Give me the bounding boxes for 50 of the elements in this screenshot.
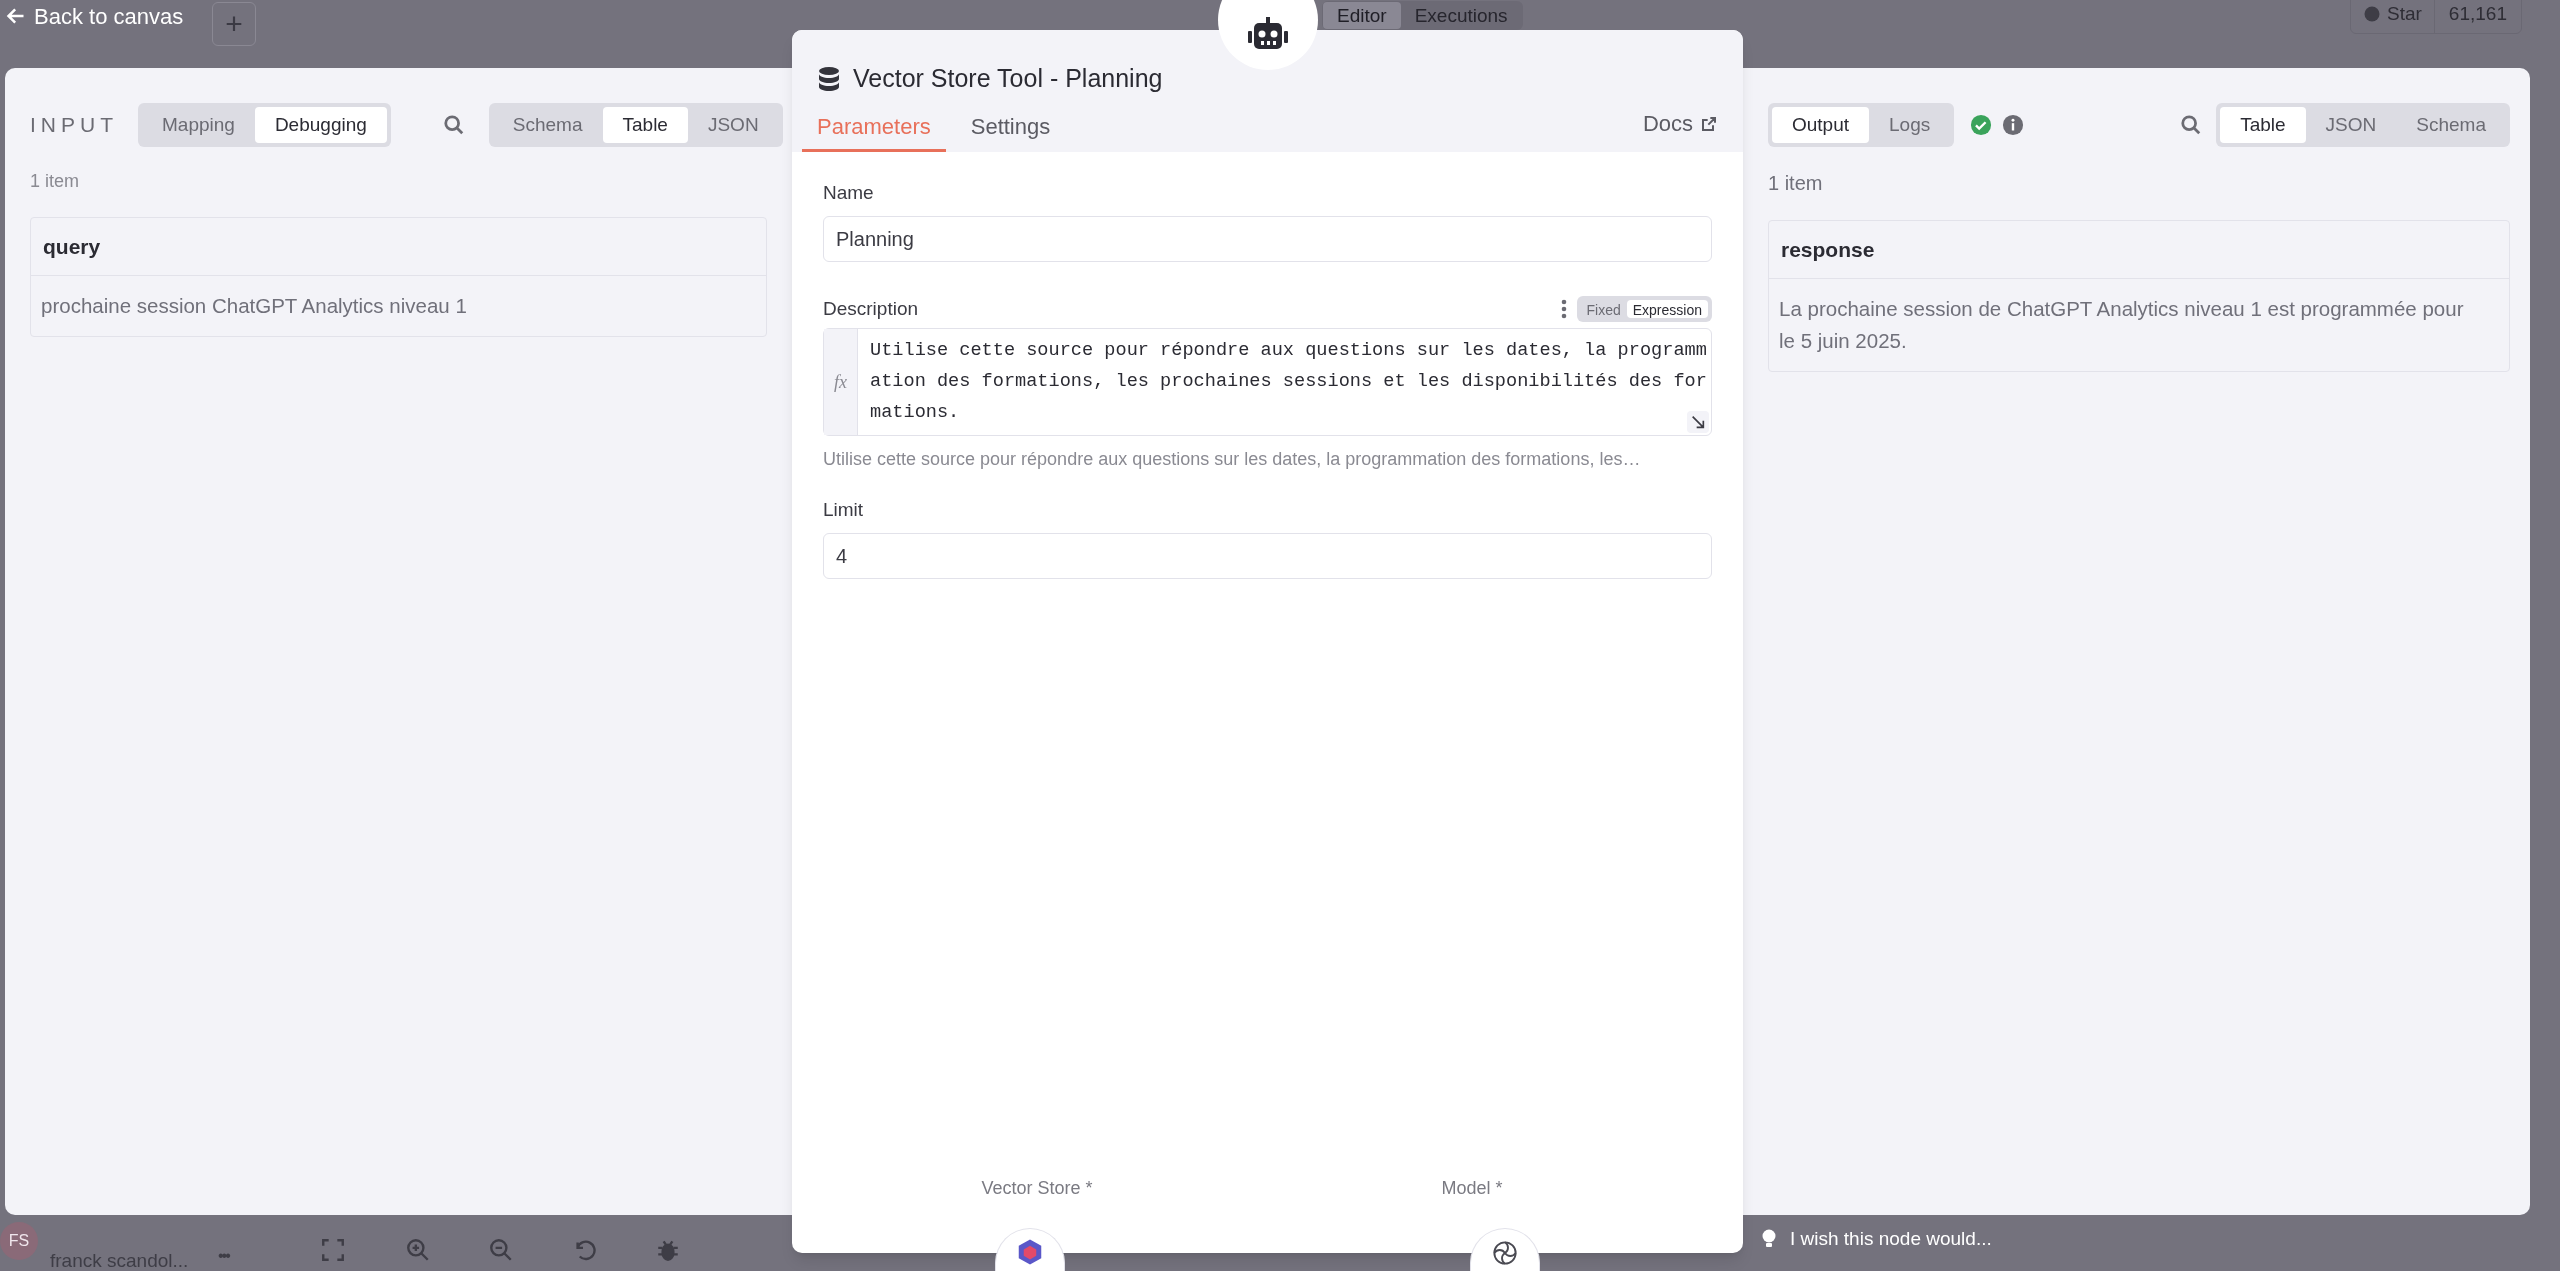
docs-link[interactable]: Docs — [1642, 107, 1717, 140]
field-label: Description — [823, 296, 919, 321]
toggle-option[interactable]: Expression — [1626, 300, 1708, 318]
item-count: 1 item — [1768, 171, 1824, 196]
toggle-option[interactable]: Output — [1772, 107, 1870, 143]
toggle-option[interactable]: Mapping — [142, 107, 255, 143]
item-count: 1 item — [30, 170, 81, 193]
feedback-link[interactable]: I wish this node would... — [1762, 1225, 1992, 1254]
column-header: response — [1769, 221, 2509, 279]
resize-icon — [1687, 411, 1709, 433]
toggle-option[interactable]: Table — [2220, 107, 2306, 143]
column-header: query — [31, 218, 766, 276]
tab[interactable]: Executions — [1400, 2, 1522, 29]
expression-field[interactable]: fx Utilise cette source pour répondre aux questions sur les dates, la programmation des formations, les prochaines sessions et les disponibilités des formations. — [823, 328, 1712, 436]
toggle-option[interactable]: JSON — [2305, 107, 2397, 143]
table-cell-text: La prochaine session de ChatGPT Analytics niveau 1 est programmée pour le 5 juin 2025. — [1778, 296, 2465, 354]
connector-label: Vector Store * — [981, 1177, 1093, 1200]
user-name: franck scandol... — [50, 1249, 189, 1271]
circle-icon — [2363, 5, 2381, 23]
external-link-icon — [1701, 115, 1717, 132]
input-field[interactable]: 4 — [823, 533, 1712, 579]
arrow-left-icon — [6, 6, 26, 26]
toggle-option[interactable]: Schema — [2396, 107, 2506, 143]
connector-label: Model * — [1441, 1177, 1503, 1200]
toggle-option[interactable]: Schema — [492, 107, 603, 143]
add-button[interactable]: + — [212, 2, 256, 46]
more-icon — [1560, 299, 1567, 319]
info-icon — [2002, 114, 2025, 136]
tab[interactable]: Editor — [1323, 2, 1401, 29]
toggle-option[interactable]: JSON — [687, 107, 779, 143]
node-title: Vector Store Tool - Planning — [853, 63, 1163, 94]
panel-title: INPUT — [30, 112, 118, 139]
lightbulb-icon — [1762, 1229, 1776, 1250]
field-label: Name — [823, 180, 874, 205]
toggle-option[interactable]: Table — [602, 107, 688, 143]
toggle-option[interactable]: Logs — [1869, 107, 1951, 143]
field-label: Limit — [823, 497, 864, 522]
avatar: FS — [0, 1222, 38, 1260]
field-hint: Utilise cette source pour répondre aux questions sur les dates, la programmation des formations, les… — [823, 448, 1642, 471]
table-cell-text: prochaine session ChatGPT Analytics niveau 1 — [40, 293, 468, 319]
input-field[interactable]: Planning — [823, 216, 1712, 262]
tab[interactable]: Settings — [955, 104, 1066, 152]
search-icon — [2180, 114, 2203, 136]
toggle-option[interactable]: Fixed — [1580, 300, 1627, 318]
star-button[interactable]: Star 61,161 — [2350, 0, 2522, 34]
back-button[interactable]: Back to canvas — [6, 0, 184, 32]
tab[interactable]: Parameters — [802, 104, 946, 152]
database-icon — [817, 65, 841, 92]
search-icon — [442, 114, 465, 136]
toggle-option[interactable]: Debugging — [254, 107, 387, 143]
